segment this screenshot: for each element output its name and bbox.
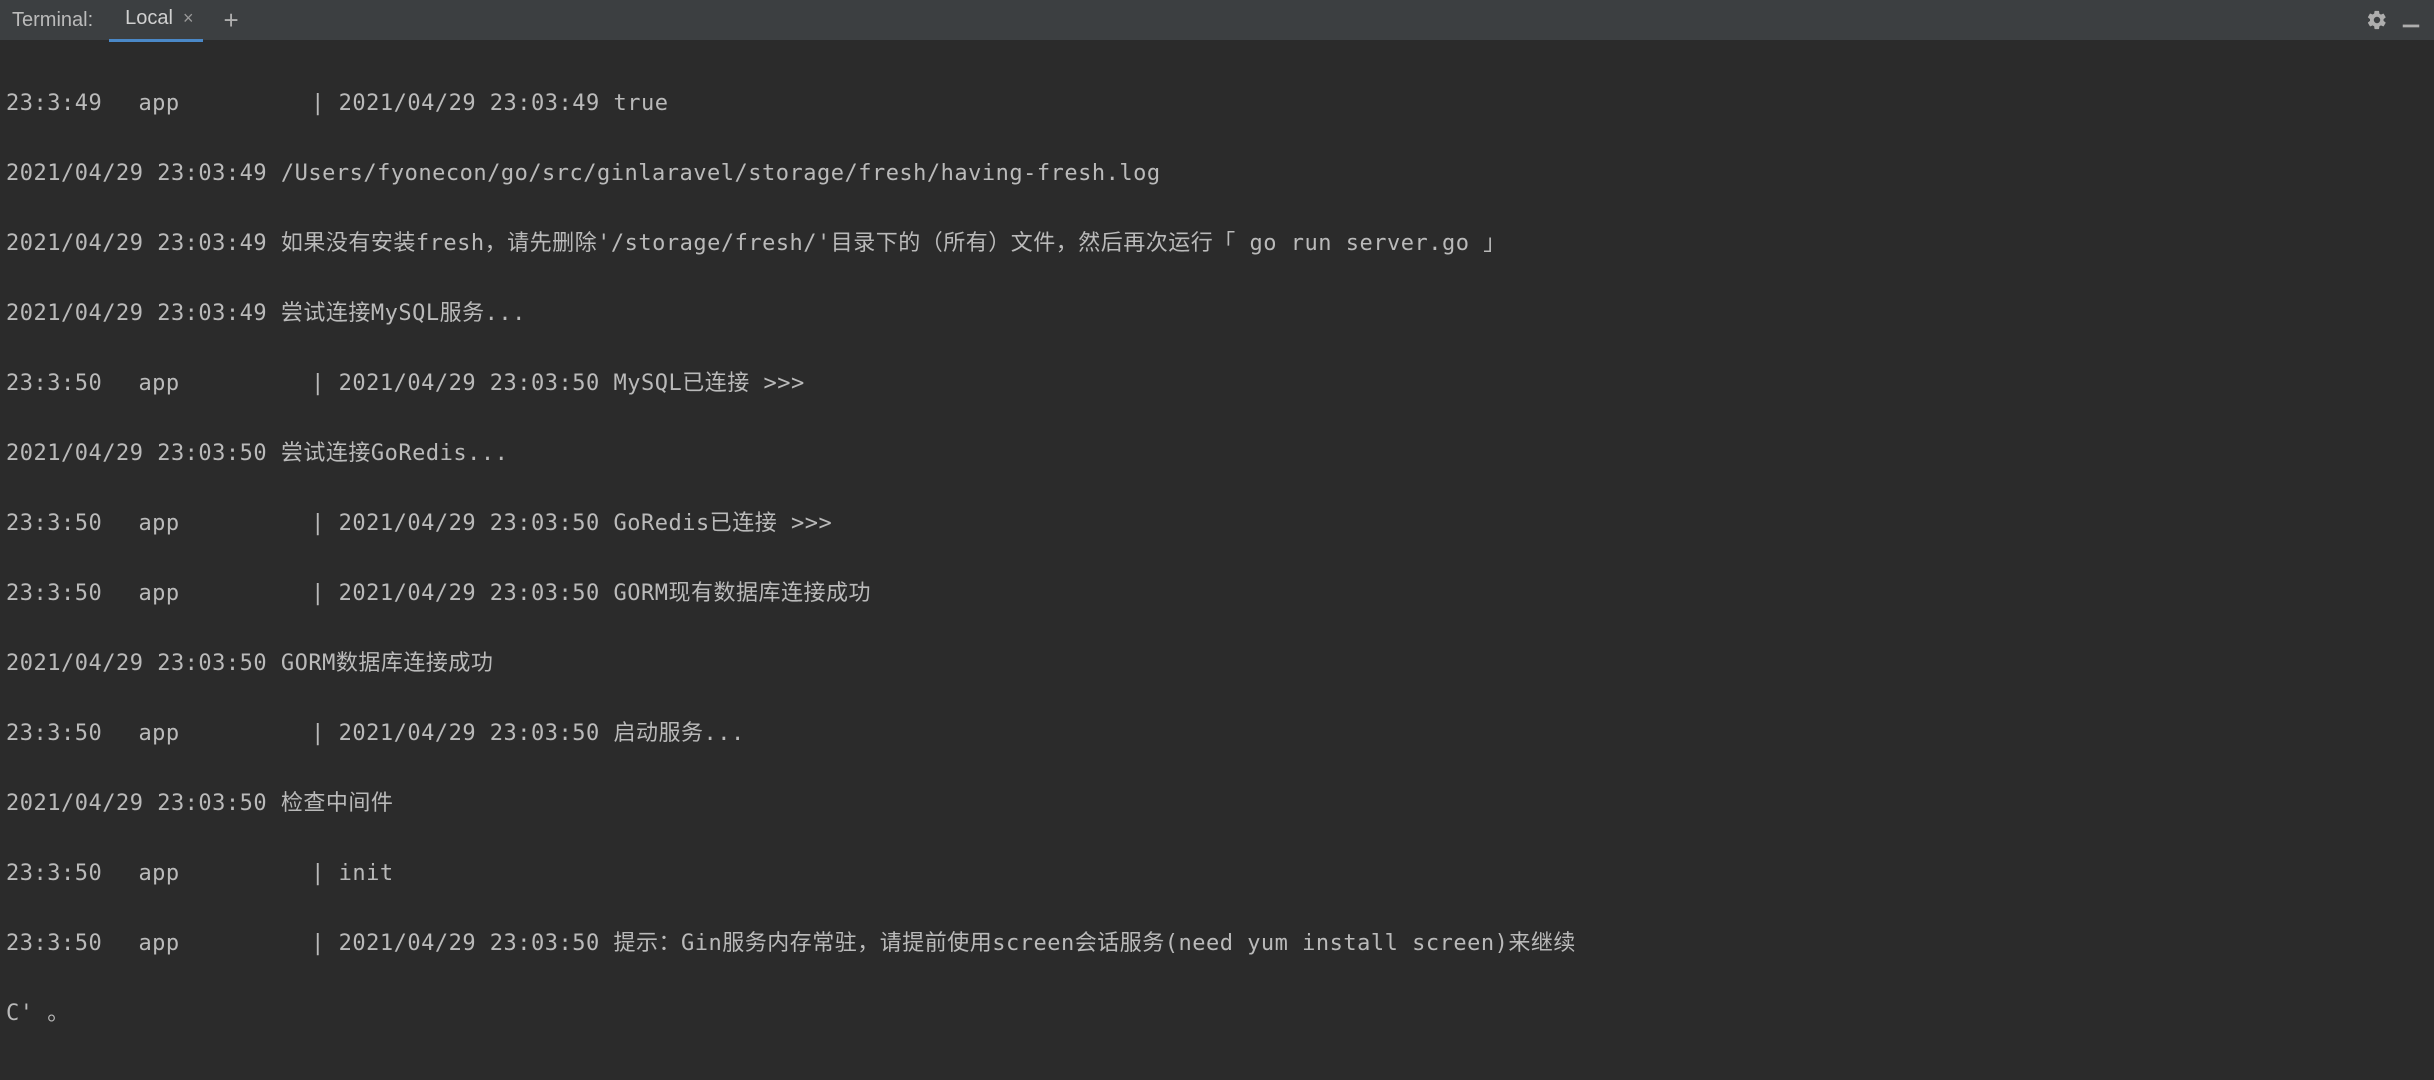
terminal-tab-label: Local: [125, 7, 173, 30]
gear-icon[interactable]: [2366, 9, 2388, 31]
hide-panel-icon[interactable]: [2400, 9, 2422, 31]
log-line: 23:3:50app | 2021/04/29 23:03:50 GORM现有数…: [6, 576, 2428, 611]
log-line: 23:3:50app | 2021/04/29 23:03:50 提示：Gin服…: [6, 926, 2428, 961]
add-tab-button[interactable]: +: [223, 7, 238, 33]
terminal-title: Terminal:: [8, 9, 105, 32]
log-line: 23:3:50app | 2021/04/29 23:03:50 MySQL已连…: [6, 366, 2428, 401]
log-line: 23:3:50app | 2021/04/29 23:03:50 GoRedis…: [6, 506, 2428, 541]
log-line: 2021/04/29 23:03:50 尝试连接GoRedis...: [6, 436, 2428, 471]
log-line: 23:3:50app | init: [6, 856, 2428, 891]
log-line: 23:3:50app | 2021/04/29 23:03:50 启动服务...: [6, 716, 2428, 751]
log-line: 2021/04/29 23:03:49 尝试连接MySQL服务...: [6, 296, 2428, 331]
terminal-output[interactable]: 23:3:49app | 2021/04/29 23:03:49 true 20…: [0, 41, 2434, 1080]
close-icon[interactable]: ×: [183, 8, 194, 29]
terminal-header: Terminal: Local × +: [0, 0, 2434, 41]
log-line: 2021/04/29 23:03:49 /Users/fyonecon/go/s…: [6, 156, 2428, 191]
log-line: 2021/04/29 23:03:50 GORM数据库连接成功: [6, 646, 2428, 681]
log-line: 2021/04/29 23:03:50 检查中间件: [6, 786, 2428, 821]
terminal-tab-local[interactable]: Local ×: [109, 0, 203, 42]
log-line: C' 。: [6, 996, 2428, 1031]
log-line: 2021/04/29 23:03:49 如果没有安装fresh，请先删除'/st…: [6, 226, 2428, 261]
log-line: 23:3:49app | 2021/04/29 23:03:49 true: [6, 86, 2428, 121]
